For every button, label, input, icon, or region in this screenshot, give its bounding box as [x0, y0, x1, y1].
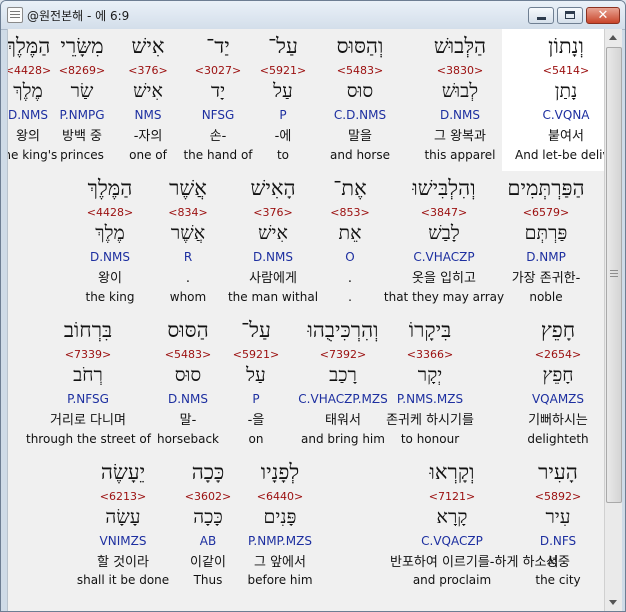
english-gloss: the king's [8, 148, 58, 162]
strong-number: <4428> [86, 206, 134, 219]
morphology-code: D.NMS [7, 108, 48, 122]
morphology-code: C.VQACZP [421, 534, 483, 548]
strong-number: <7339> [64, 348, 112, 361]
morphology-code: VQAMZS [531, 392, 585, 406]
document-icon [7, 7, 23, 23]
lexical-form: מֶלֶךְ [13, 80, 43, 102]
morphology-code: P.NFSG [67, 392, 109, 406]
title-bar[interactable]: @원전본해 - 에 6:9 ✕ [1, 1, 625, 30]
english-gloss: through the street of [26, 432, 151, 446]
korean-gloss: 왕의 [16, 129, 40, 144]
hebrew-word: בִּרְחוֹב [63, 318, 113, 342]
minimize-button[interactable] [528, 7, 554, 24]
english-gloss: and proclaim [412, 573, 492, 587]
hebrew-word: יֵעָשֶׂה [100, 460, 146, 484]
maximize-button[interactable] [557, 7, 583, 24]
close-icon: ✕ [597, 8, 609, 23]
korean-gloss: 기뻐하시는 [528, 413, 588, 428]
strong-number: <6213> [99, 490, 147, 503]
grip-line [610, 270, 618, 271]
scroll-down-icon[interactable] [605, 594, 622, 611]
strong-number: <4428> [7, 64, 52, 77]
hebrew-word: הַמֶּלֶךְ [87, 176, 133, 200]
grip-line [610, 276, 618, 277]
app-window: @원전본해 - 에 6:9 ✕ וְנָתוֹן <5414> נָתַן C.VQN… [0, 0, 626, 612]
korean-gloss: 반포하여 이르기를-하게 하소서 [390, 555, 559, 570]
lexical-form: מֶלֶךְ [95, 222, 125, 244]
lexical-form: חָפֵץ [542, 364, 574, 386]
english-gloss: the king [85, 290, 135, 304]
hebrew-word: חָפֵץ [540, 318, 576, 342]
window-title: @원전본해 - 에 6:9 [27, 9, 130, 23]
lexical-form: עָשָׂה [105, 506, 141, 528]
lexical-form: קָרָא [436, 506, 468, 528]
korean-gloss: 할 것이라 [97, 555, 149, 570]
english-gloss: delighteth [527, 432, 589, 446]
korean-gloss: 거리로 다니며 [50, 413, 126, 428]
maximize-icon [565, 11, 575, 19]
hebrew-word: וְקָרְאוּ [429, 460, 475, 484]
korean-gloss: 왕이 [98, 271, 122, 286]
morphology-code: D.NMS [89, 250, 130, 264]
interlinear-view[interactable]: וְנָתוֹן <5414> נָתַן C.VQNA 붙여서 And let-be d… [7, 29, 604, 611]
english-gloss: shall it be done [76, 573, 170, 587]
morphology-code: VNIMZS [99, 534, 147, 548]
hebrew-word: הַמֶּלֶךְ [7, 34, 51, 58]
grip-line [610, 273, 618, 274]
strong-number: <2654> [534, 348, 582, 361]
minimize-icon [537, 17, 546, 20]
strong-number: <7121> [428, 490, 476, 503]
scroll-up-icon[interactable] [605, 29, 622, 46]
close-button[interactable]: ✕ [586, 7, 620, 24]
vertical-scrollbar[interactable] [604, 29, 622, 611]
scroll-thumb[interactable] [606, 47, 622, 503]
lexical-form: רְחֹב [73, 364, 103, 386]
